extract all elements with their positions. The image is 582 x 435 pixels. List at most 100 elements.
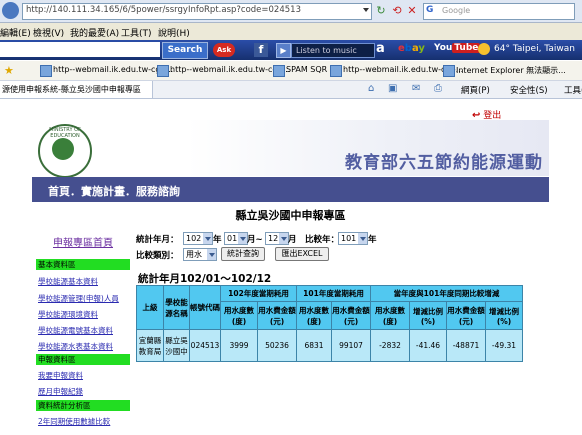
- nav-links[interactable]: 首頁．實施計畫．服務諮詢: [48, 183, 180, 199]
- table-cell: -41.46: [409, 329, 447, 362]
- page-icon: [273, 65, 285, 77]
- google-icon: G: [426, 5, 434, 15]
- print-icon[interactable]: ⎙: [434, 83, 442, 94]
- table-cell: 6831: [296, 329, 332, 362]
- header-cell: 用水費金額(元): [331, 301, 371, 330]
- compare-year-select[interactable]: 101: [338, 232, 368, 245]
- weather-text[interactable]: 64° Taipei, Taiwan: [494, 44, 575, 54]
- address-bar: http://140.111.34.165/6/5power/ssrgyInfo…: [0, 0, 582, 23]
- compare-year-unit: 年: [368, 235, 377, 245]
- sidebar-head-basic: 基本資料區: [36, 259, 130, 270]
- url-dropdown-icon[interactable]: [363, 8, 369, 12]
- page-icon: [443, 65, 455, 77]
- sidebar-link[interactable]: 學校能源環境資料: [38, 309, 98, 320]
- sidebar-link[interactable]: 歷月申報紀錄: [38, 386, 83, 397]
- menu-favorites[interactable]: 我的最愛(A): [70, 26, 119, 39]
- sidebar-link[interactable]: 我要申報資料: [38, 370, 83, 381]
- weather-sun-icon: [478, 43, 490, 55]
- menu-tools[interactable]: 工具(T): [121, 26, 152, 39]
- home-icon[interactable]: ⌂: [368, 83, 374, 94]
- group-header: 102年度當期耗用: [220, 285, 297, 302]
- page-icon: [40, 65, 52, 77]
- table-cell: 024513: [189, 329, 221, 362]
- sidebar-link[interactable]: 2年同期使用數據比較: [38, 416, 110, 427]
- banner: MINISTRY OF EDUCATION 教育部六五節約能源運動: [32, 120, 549, 178]
- sidebar-link[interactable]: 學校能源水表基本資料: [38, 341, 113, 352]
- sidebar-link[interactable]: 學校能源管理(申報)人員: [38, 293, 119, 304]
- group-header: 當年度與101年度同期比較增減: [370, 285, 523, 302]
- back-button[interactable]: [2, 2, 19, 19]
- tab-title: 源使用申報系統-縣立吳沙國中申報專區: [2, 85, 141, 94]
- header-cell: 增減比例(%): [485, 301, 523, 330]
- table-cell: -2832: [370, 329, 410, 362]
- ebay-icon[interactable]: ebay: [398, 43, 425, 54]
- safety-menu[interactable]: 安全性(S): [510, 84, 548, 96]
- year-select[interactable]: 102: [183, 232, 213, 245]
- youtube-icon[interactable]: You Tube: [434, 43, 481, 53]
- header-cell: 用水費金額(元): [446, 301, 486, 330]
- play-icon[interactable]: ▶: [276, 43, 291, 58]
- feed-icon[interactable]: ▣: [388, 83, 397, 94]
- stop-icon[interactable]: ✕: [405, 4, 419, 18]
- month-to-select[interactable]: 12: [265, 232, 289, 245]
- browser-tab[interactable]: 源使用申報系統-縣立吳沙國中申報專區: [0, 81, 153, 98]
- group-header: 101年度當期耗用: [296, 285, 371, 302]
- header-cell: 用水度數(度): [220, 301, 258, 330]
- type-label: 比較類別：: [136, 251, 179, 261]
- ask-icon[interactable]: Ask: [213, 43, 235, 57]
- compare-year-label: 比較年：: [305, 235, 340, 245]
- sidebar-link[interactable]: 學校能源基本資料: [38, 276, 98, 287]
- facebook-icon[interactable]: f: [254, 43, 268, 57]
- mail-icon[interactable]: ✉: [412, 83, 420, 94]
- year-unit: 年: [213, 235, 222, 245]
- amazon-icon[interactable]: a: [376, 41, 385, 56]
- sidebar-link[interactable]: 學校能源電號基本資料: [38, 325, 113, 336]
- favorite-link-1[interactable]: http--webmail.ik.edu.tw-cgi-...: [53, 65, 173, 74]
- favorites-bar: ★ http--webmail.ik.edu.tw-cgi-... http--…: [0, 61, 582, 81]
- table-cell: -48871: [446, 329, 486, 362]
- google-search-field[interactable]: G Google: [423, 3, 575, 20]
- favorite-link-5[interactable]: Internet Explorer 無法顯示...: [456, 65, 566, 76]
- page-menu[interactable]: 網頁(P): [461, 84, 490, 96]
- table-cell: 3999: [220, 329, 258, 362]
- type-select[interactable]: 用水: [183, 248, 217, 261]
- period-heading: 統計年月102/01～102/12: [138, 273, 272, 285]
- toolbar-search-input[interactable]: [0, 42, 160, 57]
- tools-menu[interactable]: 工具(: [564, 84, 582, 96]
- favorites-star-icon[interactable]: ★: [4, 64, 14, 77]
- table-cell: 宜蘭縣教育局: [136, 329, 164, 362]
- menu-view[interactable]: 檢視(V): [33, 26, 64, 39]
- menu-edit[interactable]: 編輯(E): [0, 26, 31, 39]
- query-button[interactable]: 統計查詢: [221, 247, 265, 261]
- month-from-select[interactable]: 01: [224, 232, 248, 245]
- table-cell: 99107: [331, 329, 371, 362]
- banner-title: 教育部六五節約能源運動: [345, 153, 543, 173]
- export-excel-button[interactable]: 匯出EXCEL: [275, 247, 329, 261]
- month-unit: 月: [288, 235, 297, 245]
- home-link[interactable]: 申報專區首頁: [53, 234, 113, 249]
- header-cell: 用水度數(度): [296, 301, 332, 330]
- menu-help[interactable]: 說明(H): [158, 26, 190, 39]
- sidebar-head-report: 申報資料區: [36, 354, 130, 365]
- search-toolbar: Search Ask f ▶ Listen to music a ebay Yo…: [0, 40, 582, 60]
- history-icon[interactable]: ⟲: [390, 4, 404, 18]
- tab-bar: 源使用申報系統-縣立吳沙國中申報專區 ⌂ ▣ ✉ ⎙ 網頁(P) 安全性(S) …: [0, 81, 582, 99]
- header-cell: 學校能源名稱: [163, 285, 190, 330]
- header-cell: 增減比例(%): [409, 301, 447, 330]
- google-placeholder: Google: [442, 6, 471, 15]
- listen-to-music[interactable]: Listen to music: [291, 43, 375, 58]
- url-text: http://140.111.34.165/6/5power/ssrgyInfo…: [26, 5, 301, 15]
- toolbar-search-button[interactable]: Search: [162, 42, 208, 59]
- refresh-icon[interactable]: ↻: [374, 4, 388, 18]
- header-cell: 上級: [136, 285, 164, 330]
- header-cell: 用水費金額(元): [257, 301, 297, 330]
- menu-bar: 編輯(E) 檢視(V) 我的最愛(A) 工具(T) 說明(H): [0, 23, 582, 40]
- month-sep: 月~: [247, 235, 263, 245]
- table-cell: 50236: [257, 329, 297, 362]
- url-field[interactable]: http://140.111.34.165/6/5power/ssrgyInfo…: [22, 3, 372, 20]
- page-icon: [157, 65, 169, 77]
- favorite-link-3[interactable]: SPAM SQR: [286, 65, 327, 74]
- header-cell: 帳號代碼: [189, 285, 221, 330]
- page-title: 縣立吳沙國中申報專區: [235, 209, 346, 222]
- sidebar-head-stats: 資料統計分析區: [36, 400, 130, 411]
